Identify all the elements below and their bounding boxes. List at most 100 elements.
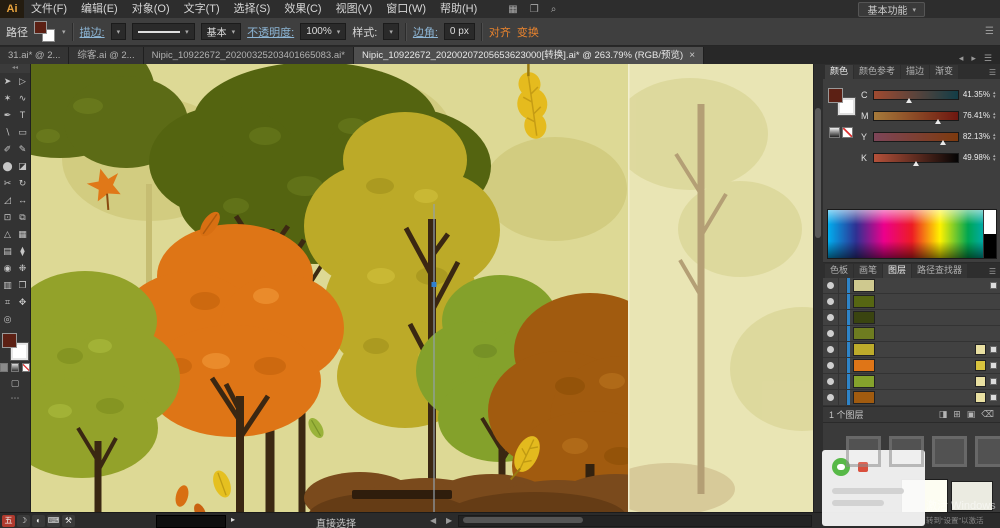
scroll-right-icon[interactable]: ▶ xyxy=(446,516,452,525)
channel-value[interactable]: 76.41% xyxy=(962,111,990,120)
ime-badge-1[interactable]: ☽ xyxy=(17,515,30,527)
visibility-eye-icon[interactable] xyxy=(823,358,839,373)
none-icon[interactable] xyxy=(842,127,853,138)
ime-badge-2[interactable]: ◐ xyxy=(32,515,45,527)
column-graph-tool[interactable]: ▥ xyxy=(0,277,15,294)
fill-stroke-swatches[interactable] xyxy=(2,333,28,360)
layer-thumbnail[interactable] xyxy=(853,375,875,388)
style-dropdown[interactable]: ▾ xyxy=(383,23,399,40)
grayscale-icon[interactable] xyxy=(829,127,840,138)
tab-color-3[interactable]: 渐变 xyxy=(930,65,959,79)
slider-handle[interactable] xyxy=(912,160,919,166)
value-stepper[interactable]: ▴ ▾ xyxy=(993,90,996,99)
menubar-icon-0[interactable]: ▦ xyxy=(508,4,517,15)
lock-cell[interactable] xyxy=(839,326,847,341)
step-down-icon[interactable]: ▾ xyxy=(993,94,996,99)
color-mode-icon[interactable] xyxy=(0,363,8,372)
expander-icon[interactable]: ▸ xyxy=(231,515,235,524)
scrollbar-thumb[interactable] xyxy=(815,108,821,238)
tab-color-1[interactable]: 颜色参考 xyxy=(854,65,901,79)
lasso-tool[interactable]: ∿ xyxy=(15,90,30,107)
type-tool[interactable]: T xyxy=(15,107,30,124)
menu-item-0[interactable]: 文件(F) xyxy=(24,0,74,18)
width-profile-dropdown[interactable]: ▾ xyxy=(132,23,195,40)
stroke-width-dropdown[interactable]: ▾ xyxy=(110,23,127,40)
document-tab-0[interactable]: 31.ai* @ 2... xyxy=(0,47,70,64)
chevron-down-icon[interactable]: ▾ xyxy=(62,28,66,36)
scroll-right-icon[interactable]: ▸ xyxy=(971,53,976,64)
target-icon[interactable] xyxy=(990,282,997,289)
toolbar-collapse-icon[interactable]: ◂◂ xyxy=(0,64,30,73)
lock-cell[interactable] xyxy=(839,374,847,389)
ime-badge-4[interactable]: ⚒ xyxy=(62,515,75,527)
perspective-grid-tool[interactable]: △ xyxy=(0,226,15,243)
tab-menu-icon[interactable]: ☰ xyxy=(984,53,992,64)
artboard-tool[interactable]: ❐ xyxy=(15,277,30,294)
visibility-eye-icon[interactable] xyxy=(823,310,839,325)
visibility-eye-icon[interactable] xyxy=(823,374,839,389)
layers-footer-icon-0[interactable]: ◨ xyxy=(939,409,948,420)
color-spectrum[interactable] xyxy=(827,209,997,259)
visibility-eye-icon[interactable] xyxy=(823,278,839,293)
layer-color-swatch[interactable] xyxy=(975,360,986,371)
slider-handle[interactable] xyxy=(935,118,942,124)
rectangle-tool[interactable]: ▭ xyxy=(15,124,30,141)
lock-cell[interactable] xyxy=(839,310,847,325)
value-stepper[interactable]: ▴ ▾ xyxy=(993,132,996,141)
document-tab-3[interactable]: Nipic_10922672_20200207205653623000[转换].… xyxy=(353,47,705,64)
paintbrush-tool[interactable]: ✐ xyxy=(0,141,15,158)
gradient-tool[interactable]: ▤ xyxy=(0,243,15,260)
menubar-icon-2[interactable]: ⌕ xyxy=(551,4,557,15)
layer-row-4[interactable] xyxy=(823,342,1000,358)
menu-item-8[interactable]: 帮助(H) xyxy=(433,0,484,18)
target-icon[interactable] xyxy=(990,394,997,401)
menu-item-5[interactable]: 效果(C) xyxy=(277,0,328,18)
slider-handle[interactable] xyxy=(939,139,946,145)
tab-dock-2[interactable]: 图层 xyxy=(883,264,912,278)
scroll-left-icon[interactable]: ◀ xyxy=(430,516,436,525)
scrollbar-thumb[interactable] xyxy=(463,517,583,523)
symbol-sprayer-tool[interactable]: ❉ xyxy=(15,260,30,277)
rotate-tool[interactable]: ↻ xyxy=(15,175,30,192)
step-down-icon[interactable]: ▾ xyxy=(993,157,996,162)
menu-item-6[interactable]: 视图(V) xyxy=(329,0,380,18)
corner-link[interactable]: 边角: xyxy=(413,24,438,40)
close-icon[interactable]: × xyxy=(689,47,695,64)
menu-item-7[interactable]: 窗口(W) xyxy=(379,0,433,18)
direct-selection-tool[interactable]: ▷ xyxy=(15,73,30,90)
tab-dock-3[interactable]: 路径查找器 xyxy=(912,264,968,278)
document-tab-2[interactable]: Nipic_10922672_20200325203401665083.ai* xyxy=(143,47,354,64)
line-segment-tool[interactable]: ∖ xyxy=(0,124,15,141)
document-tab-1[interactable]: 综客.ai @ 2... xyxy=(69,47,144,64)
visibility-eye-icon[interactable] xyxy=(823,342,839,357)
layers-footer-icon-1[interactable]: ⊞ xyxy=(953,409,961,420)
tab-dock-1[interactable]: 画笔 xyxy=(854,264,883,278)
fill-proxy-swatch[interactable] xyxy=(2,333,17,348)
value-stepper[interactable]: ▴ ▾ xyxy=(993,153,996,162)
target-icon[interactable] xyxy=(990,378,997,385)
layer-row-7[interactable] xyxy=(823,390,1000,406)
tab-dock-0[interactable]: 色板 xyxy=(825,264,854,278)
mesh-tool[interactable]: ▦ xyxy=(15,226,30,243)
brush-definition-dropdown[interactable]: 基本 ▾ xyxy=(200,23,242,40)
none-mode-icon[interactable] xyxy=(22,363,30,372)
channel-value[interactable]: 49.98% xyxy=(962,153,990,162)
artwork-autumn-forest[interactable] xyxy=(30,64,813,512)
eyedropper-tool[interactable]: ⧫ xyxy=(15,243,30,260)
layer-thumbnail[interactable] xyxy=(853,327,875,340)
channel-slider[interactable] xyxy=(873,131,959,145)
blend-tool[interactable]: ◉ xyxy=(0,260,15,277)
zoom-field[interactable] xyxy=(156,515,226,528)
menu-item-3[interactable]: 文字(T) xyxy=(177,0,227,18)
align-link[interactable]: 对齐 xyxy=(489,24,511,40)
layer-row-0[interactable] xyxy=(823,278,1000,294)
corner-value-field[interactable]: 0 px xyxy=(443,23,475,40)
lock-cell[interactable] xyxy=(839,342,847,357)
free-transform-tool[interactable]: ⊡ xyxy=(0,209,15,226)
layer-color-swatch[interactable] xyxy=(975,392,986,403)
layer-color-swatch[interactable] xyxy=(975,376,986,387)
scroll-left-icon[interactable]: ◂ xyxy=(959,53,964,64)
layers-footer-icon-3[interactable]: ⌫ xyxy=(981,409,994,420)
layer-color-swatch[interactable] xyxy=(975,344,986,355)
scissors-tool[interactable]: ✂ xyxy=(0,175,15,192)
